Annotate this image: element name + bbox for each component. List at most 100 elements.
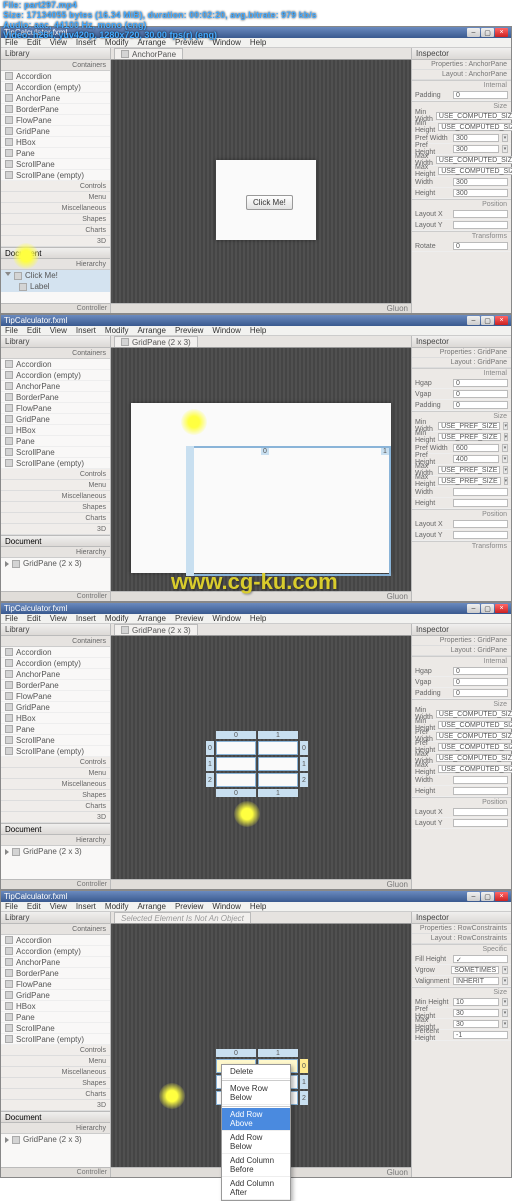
cat-item[interactable]: Shapes [1,502,110,513]
hierarchy-root[interactable]: GridPane (2 x 3) [1,846,110,857]
grid-col-1-b[interactable]: 1 [258,789,298,797]
cat-charts[interactable]: Charts [1,225,110,236]
containers-section[interactable]: Containers [1,636,110,647]
menu-move-row-below[interactable]: Move Row Below [222,1082,290,1105]
layout-section[interactable]: Layout : GridPane [412,646,511,656]
menu-help[interactable]: Help [250,38,266,47]
cat-misc[interactable]: Miscellaneous [1,203,110,214]
lib-item[interactable]: ScrollPane [1,447,110,458]
lib-item-pane[interactable]: Pane [1,148,110,159]
prefheight-input[interactable]: 300 [453,145,499,153]
menu-preview[interactable]: Preview [175,326,203,335]
menu-modify[interactable]: Modify [105,326,129,335]
layout-section[interactable]: Layout : RowConstraints [412,934,511,944]
window-titlebar[interactable]: TipCalculator.fxml –▢× [1,603,511,614]
cat-item[interactable]: 3D [1,1100,110,1111]
percentheight-input[interactable]: -1 [453,1031,508,1039]
lib-item[interactable]: Pane [1,436,110,447]
inspector-header[interactable]: Inspector [412,336,511,348]
valignment-select[interactable]: INHERIT [453,977,499,985]
lib-item-scrollpane-empty[interactable]: ScrollPane (empty) [1,170,110,181]
clickme-button[interactable]: Click Me! [246,195,293,210]
grid-col-0-b[interactable]: 0 [216,789,256,797]
hierarchy-child-label[interactable]: Label [1,281,110,292]
lib-item[interactable]: AnchorPane [1,957,110,968]
minimize-button[interactable]: – [467,892,480,901]
lib-item[interactable]: Accordion [1,359,110,370]
padding-input[interactable]: 0 [453,401,508,409]
canvas-tab[interactable]: Selected Element Is Not An Object [114,912,251,923]
controller-footer[interactable]: Controller [1,1167,110,1177]
maximize-button[interactable]: ▢ [481,604,494,613]
menu-view[interactable]: View [50,614,67,623]
close-button[interactable]: × [495,892,508,901]
grid-col-0[interactable]: 0 [216,1049,256,1057]
dropdown-icon[interactable] [503,422,508,430]
hgap-input[interactable]: 0 [453,379,508,387]
document-header[interactable]: Document [1,823,110,835]
lib-item[interactable]: FlowPane [1,691,110,702]
design-canvas[interactable]: 0 1 0 1 2 Delete Move Row Below [111,924,411,1167]
grid-row-0-r[interactable]: 0 [300,741,308,755]
prefwidth-input[interactable]: 600 [453,444,499,452]
cat-controls[interactable]: Controls [1,181,110,192]
minheight-input[interactable]: 10 [453,998,499,1006]
cat-item[interactable]: Menu [1,1056,110,1067]
hierarchy-section[interactable]: Hierarchy [1,1123,110,1134]
inspector-header[interactable]: Inspector [412,48,511,60]
minheight-input[interactable]: USE_COMPUTED_SIZE [438,123,512,131]
dropdown-icon[interactable] [502,966,508,974]
layouty-input[interactable] [453,221,508,229]
grid-cell[interactable] [258,741,298,755]
library-header[interactable]: Library [1,336,110,348]
library-header[interactable]: Library [1,624,110,636]
minimize-button[interactable]: – [467,316,480,325]
menu-preview[interactable]: Preview [175,614,203,623]
menu-file[interactable]: File [5,614,18,623]
menu-file[interactable]: File [5,902,18,911]
maxheight-input[interactable]: USE_PREF_SIZE [438,477,500,485]
height-input[interactable] [453,787,508,795]
fillheight-checkbox[interactable]: ✓ [453,955,508,963]
prefheight-input[interactable]: USE_COMPUTED_SIZE [438,743,512,751]
grid-row-1-r[interactable]: 1 [300,757,308,771]
properties-section[interactable]: Properties : GridPane [412,636,511,646]
cat-item[interactable]: Shapes [1,790,110,801]
design-canvas[interactable]: 0 1 [111,348,411,591]
menu-add-col-after[interactable]: Add Column After [222,1177,290,1200]
menu-add-row-above[interactable]: Add Row Above [222,1108,290,1131]
grid-row-0-sel[interactable]: 0 [300,1059,308,1073]
dropdown-icon[interactable] [502,998,508,1006]
lib-item-accordion-empty[interactable]: Accordion (empty) [1,82,110,93]
cat-item[interactable]: Miscellaneous [1,491,110,502]
menu-window[interactable]: Window [212,326,240,335]
vgap-input[interactable]: 0 [453,678,508,686]
minimize-button[interactable]: – [467,28,480,37]
grid-col-0[interactable]: 0 [216,731,256,739]
menu-window[interactable]: Window [212,902,240,911]
grid-row-1[interactable]: 1 [300,1075,308,1089]
maximize-button[interactable]: ▢ [481,316,494,325]
maxheight-input[interactable]: USE_COMPUTED_SIZE [438,167,512,175]
cat-3d[interactable]: 3D [1,236,110,247]
lib-item[interactable]: Accordion (empty) [1,658,110,669]
cat-item[interactable]: Charts [1,513,110,524]
lib-item[interactable]: HBox [1,1001,110,1012]
maxwidth-input[interactable]: USE_COMPUTED_SIZE [436,754,512,762]
dropdown-icon[interactable] [504,433,509,441]
hierarchy-section[interactable]: Hierarchy [1,547,110,558]
layouty-input[interactable] [453,531,508,539]
lib-item[interactable]: ScrollPane (empty) [1,1034,110,1045]
menu-edit[interactable]: Edit [27,902,41,911]
layout-section[interactable]: Layout : GridPane [412,358,511,368]
lib-item-accordion[interactable]: Accordion [1,71,110,82]
controller-footer[interactable]: Controller [1,591,110,601]
prefheight-input[interactable]: 30 [453,1009,499,1017]
prefheight-input[interactable]: 400 [453,455,499,463]
cat-item[interactable]: Controls [1,1045,110,1056]
width-input[interactable] [453,488,508,496]
menu-insert[interactable]: Insert [76,902,96,911]
menu-help[interactable]: Help [250,902,266,911]
canvas-tab[interactable]: GridPane (2 x 3) [114,336,198,347]
menu-file[interactable]: File [5,326,18,335]
